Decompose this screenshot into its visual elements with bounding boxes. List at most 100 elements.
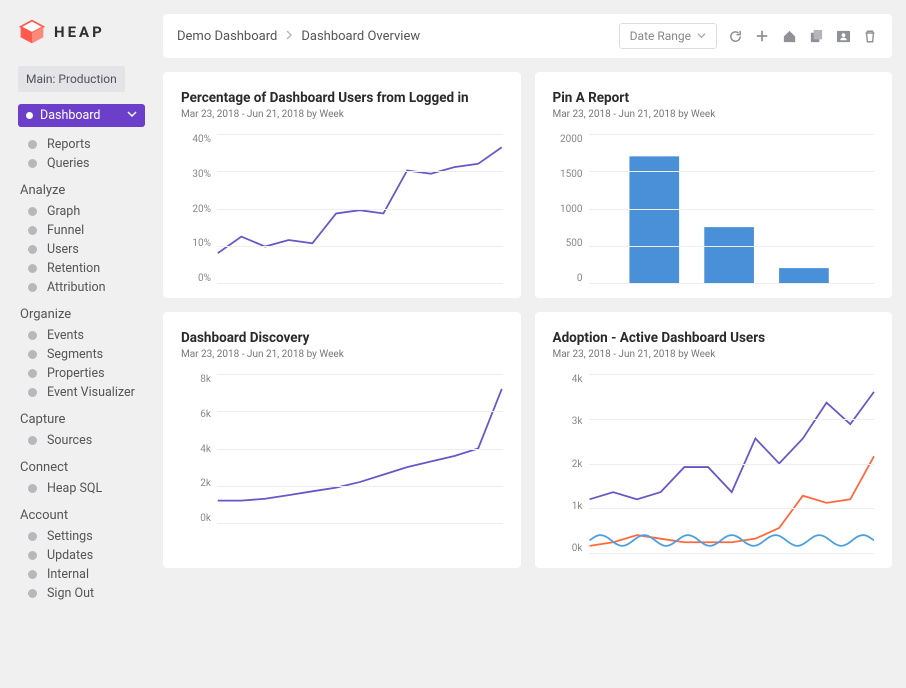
y-tick-label: 2000	[553, 134, 583, 145]
sidebar-item-label: Reports	[47, 137, 91, 152]
sidebar-item-label: Attribution	[47, 280, 106, 295]
refresh-icon[interactable]	[727, 28, 743, 44]
y-tick-label: 4k	[181, 444, 211, 455]
chart-line: 8k6k4k2k0k	[181, 374, 503, 524]
bullet-icon	[28, 350, 37, 359]
card-subtitle: Mar 23, 2018 - Jun 21, 2018 by Week	[181, 349, 503, 360]
card-adoption[interactable]: Adoption - Active Dashboard Users Mar 23…	[535, 312, 893, 568]
bullet-icon	[28, 226, 37, 235]
heap-cube-icon	[18, 18, 46, 46]
nav-heading: Capture	[20, 412, 145, 427]
sidebar-item-events[interactable]: Events	[26, 326, 145, 345]
sidebar-item-segments[interactable]: Segments	[26, 345, 145, 364]
bullet-icon	[28, 369, 37, 378]
sidebar-item-dashboard[interactable]: Dashboard	[18, 104, 145, 127]
sidebar-item-label: Internal	[47, 567, 89, 582]
bullet-icon	[28, 484, 37, 493]
card-pin-report[interactable]: Pin A Report Mar 23, 2018 - Jun 21, 2018…	[535, 72, 893, 298]
y-tick-label: 10%	[181, 238, 211, 249]
main-content: Demo Dashboard Dashboard Overview Date R…	[155, 0, 906, 688]
chart-bar: 2000 1500 1000 500 0	[553, 134, 875, 284]
trash-icon[interactable]	[862, 28, 878, 44]
bullet-icon	[28, 532, 37, 541]
bullet-icon	[28, 570, 37, 579]
card-title: Dashboard Discovery	[181, 330, 503, 346]
sidebar-item-label: Funnel	[47, 223, 84, 238]
bullet-icon	[28, 589, 37, 598]
y-tick-label: 2k	[553, 459, 583, 470]
sidebar-item-label: Settings	[47, 529, 93, 544]
chevron-right-icon	[285, 29, 293, 44]
sidebar-item-sign-out[interactable]: Sign Out	[26, 584, 145, 603]
card-percentage-users[interactable]: Percentage of Dashboard Users from Logge…	[163, 72, 521, 298]
sidebar-item-reports[interactable]: Reports	[26, 135, 145, 154]
sidebar-item-label: Queries	[47, 156, 89, 171]
y-tick-label: 0k	[181, 513, 211, 524]
y-tick-label: 6k	[181, 409, 211, 420]
y-tick-label: 30%	[181, 169, 211, 180]
sidebar-item-internal[interactable]: Internal	[26, 565, 145, 584]
copy-icon[interactable]	[808, 28, 824, 44]
environment-badge[interactable]: Main: Production	[18, 66, 125, 92]
sidebar-item-users[interactable]: Users	[26, 240, 145, 259]
y-tick-label: 8k	[181, 374, 211, 385]
topbar: Demo Dashboard Dashboard Overview Date R…	[163, 14, 892, 58]
sidebar-item-queries[interactable]: Queries	[26, 154, 145, 173]
breadcrumb-item[interactable]: Dashboard Overview	[301, 29, 420, 44]
card-subtitle: Mar 23, 2018 - Jun 21, 2018 by Week	[553, 109, 875, 120]
nav-heading: Connect	[20, 460, 145, 475]
y-tick-label: 0%	[181, 273, 211, 284]
sidebar-item-label: Properties	[47, 366, 105, 381]
card-title: Percentage of Dashboard Users from Logge…	[181, 90, 503, 106]
bullet-icon	[28, 388, 37, 397]
sidebar-item-settings[interactable]: Settings	[26, 527, 145, 546]
sidebar-item-funnel[interactable]: Funnel	[26, 221, 145, 240]
nav-heading: Analyze	[20, 183, 145, 198]
card-subtitle: Mar 23, 2018 - Jun 21, 2018 by Week	[181, 109, 503, 120]
brand-logo[interactable]: HEAP	[18, 18, 145, 46]
plus-icon[interactable]	[754, 28, 770, 44]
y-tick-label: 1000	[553, 204, 583, 215]
sidebar-item-updates[interactable]: Updates	[26, 546, 145, 565]
home-icon[interactable]	[781, 28, 797, 44]
bullet-icon	[28, 264, 37, 273]
bullet-icon	[28, 551, 37, 560]
user-card-icon[interactable]	[835, 28, 851, 44]
sidebar-item-label: Heap SQL	[47, 481, 102, 496]
bullet-icon	[28, 245, 37, 254]
card-title: Adoption - Active Dashboard Users	[553, 330, 875, 346]
chart-line: 40%30%20%10%0%	[181, 134, 503, 284]
bullet-icon	[28, 140, 37, 149]
sidebar-item-heap-sql[interactable]: Heap SQL	[26, 479, 145, 498]
y-tick-label: 0	[553, 273, 583, 284]
sidebar-item-label: Events	[47, 328, 84, 343]
card-title: Pin A Report	[553, 90, 875, 106]
sidebar-item-label: Sign Out	[47, 586, 94, 601]
chevron-down-icon	[697, 29, 706, 43]
y-tick-label: 0k	[553, 543, 583, 554]
sidebar-item-graph[interactable]: Graph	[26, 202, 145, 221]
date-range-selector[interactable]: Date Range	[619, 23, 717, 49]
y-tick-label: 1k	[553, 501, 583, 512]
brand-text: HEAP	[54, 23, 105, 41]
y-tick-label: 20%	[181, 204, 211, 215]
chevron-down-icon	[127, 108, 137, 123]
card-subtitle: Mar 23, 2018 - Jun 21, 2018 by Week	[553, 349, 875, 360]
sidebar-item-attribution[interactable]: Attribution	[26, 278, 145, 297]
bullet-icon	[28, 436, 37, 445]
sidebar-item-retention[interactable]: Retention	[26, 259, 145, 278]
chart-multiline: 4k3k2k1k0k	[553, 374, 875, 554]
card-discovery[interactable]: Dashboard Discovery Mar 23, 2018 - Jun 2…	[163, 312, 521, 568]
sidebar-item-event-visualizer[interactable]: Event Visualizer	[26, 383, 145, 402]
y-tick-label: 1500	[553, 169, 583, 180]
y-tick-label: 500	[553, 238, 583, 249]
active-dot-icon	[26, 112, 33, 119]
nav-heading: Account	[20, 508, 145, 523]
sidebar-item-properties[interactable]: Properties	[26, 364, 145, 383]
nav-heading: Organize	[20, 307, 145, 322]
sidebar-item-label: Event Visualizer	[47, 385, 135, 400]
bullet-icon	[28, 207, 37, 216]
sidebar: HEAP Main: Production Dashboard Reports Q…	[0, 0, 155, 688]
sidebar-item-sources[interactable]: Sources	[26, 431, 145, 450]
breadcrumb-item[interactable]: Demo Dashboard	[177, 29, 277, 44]
